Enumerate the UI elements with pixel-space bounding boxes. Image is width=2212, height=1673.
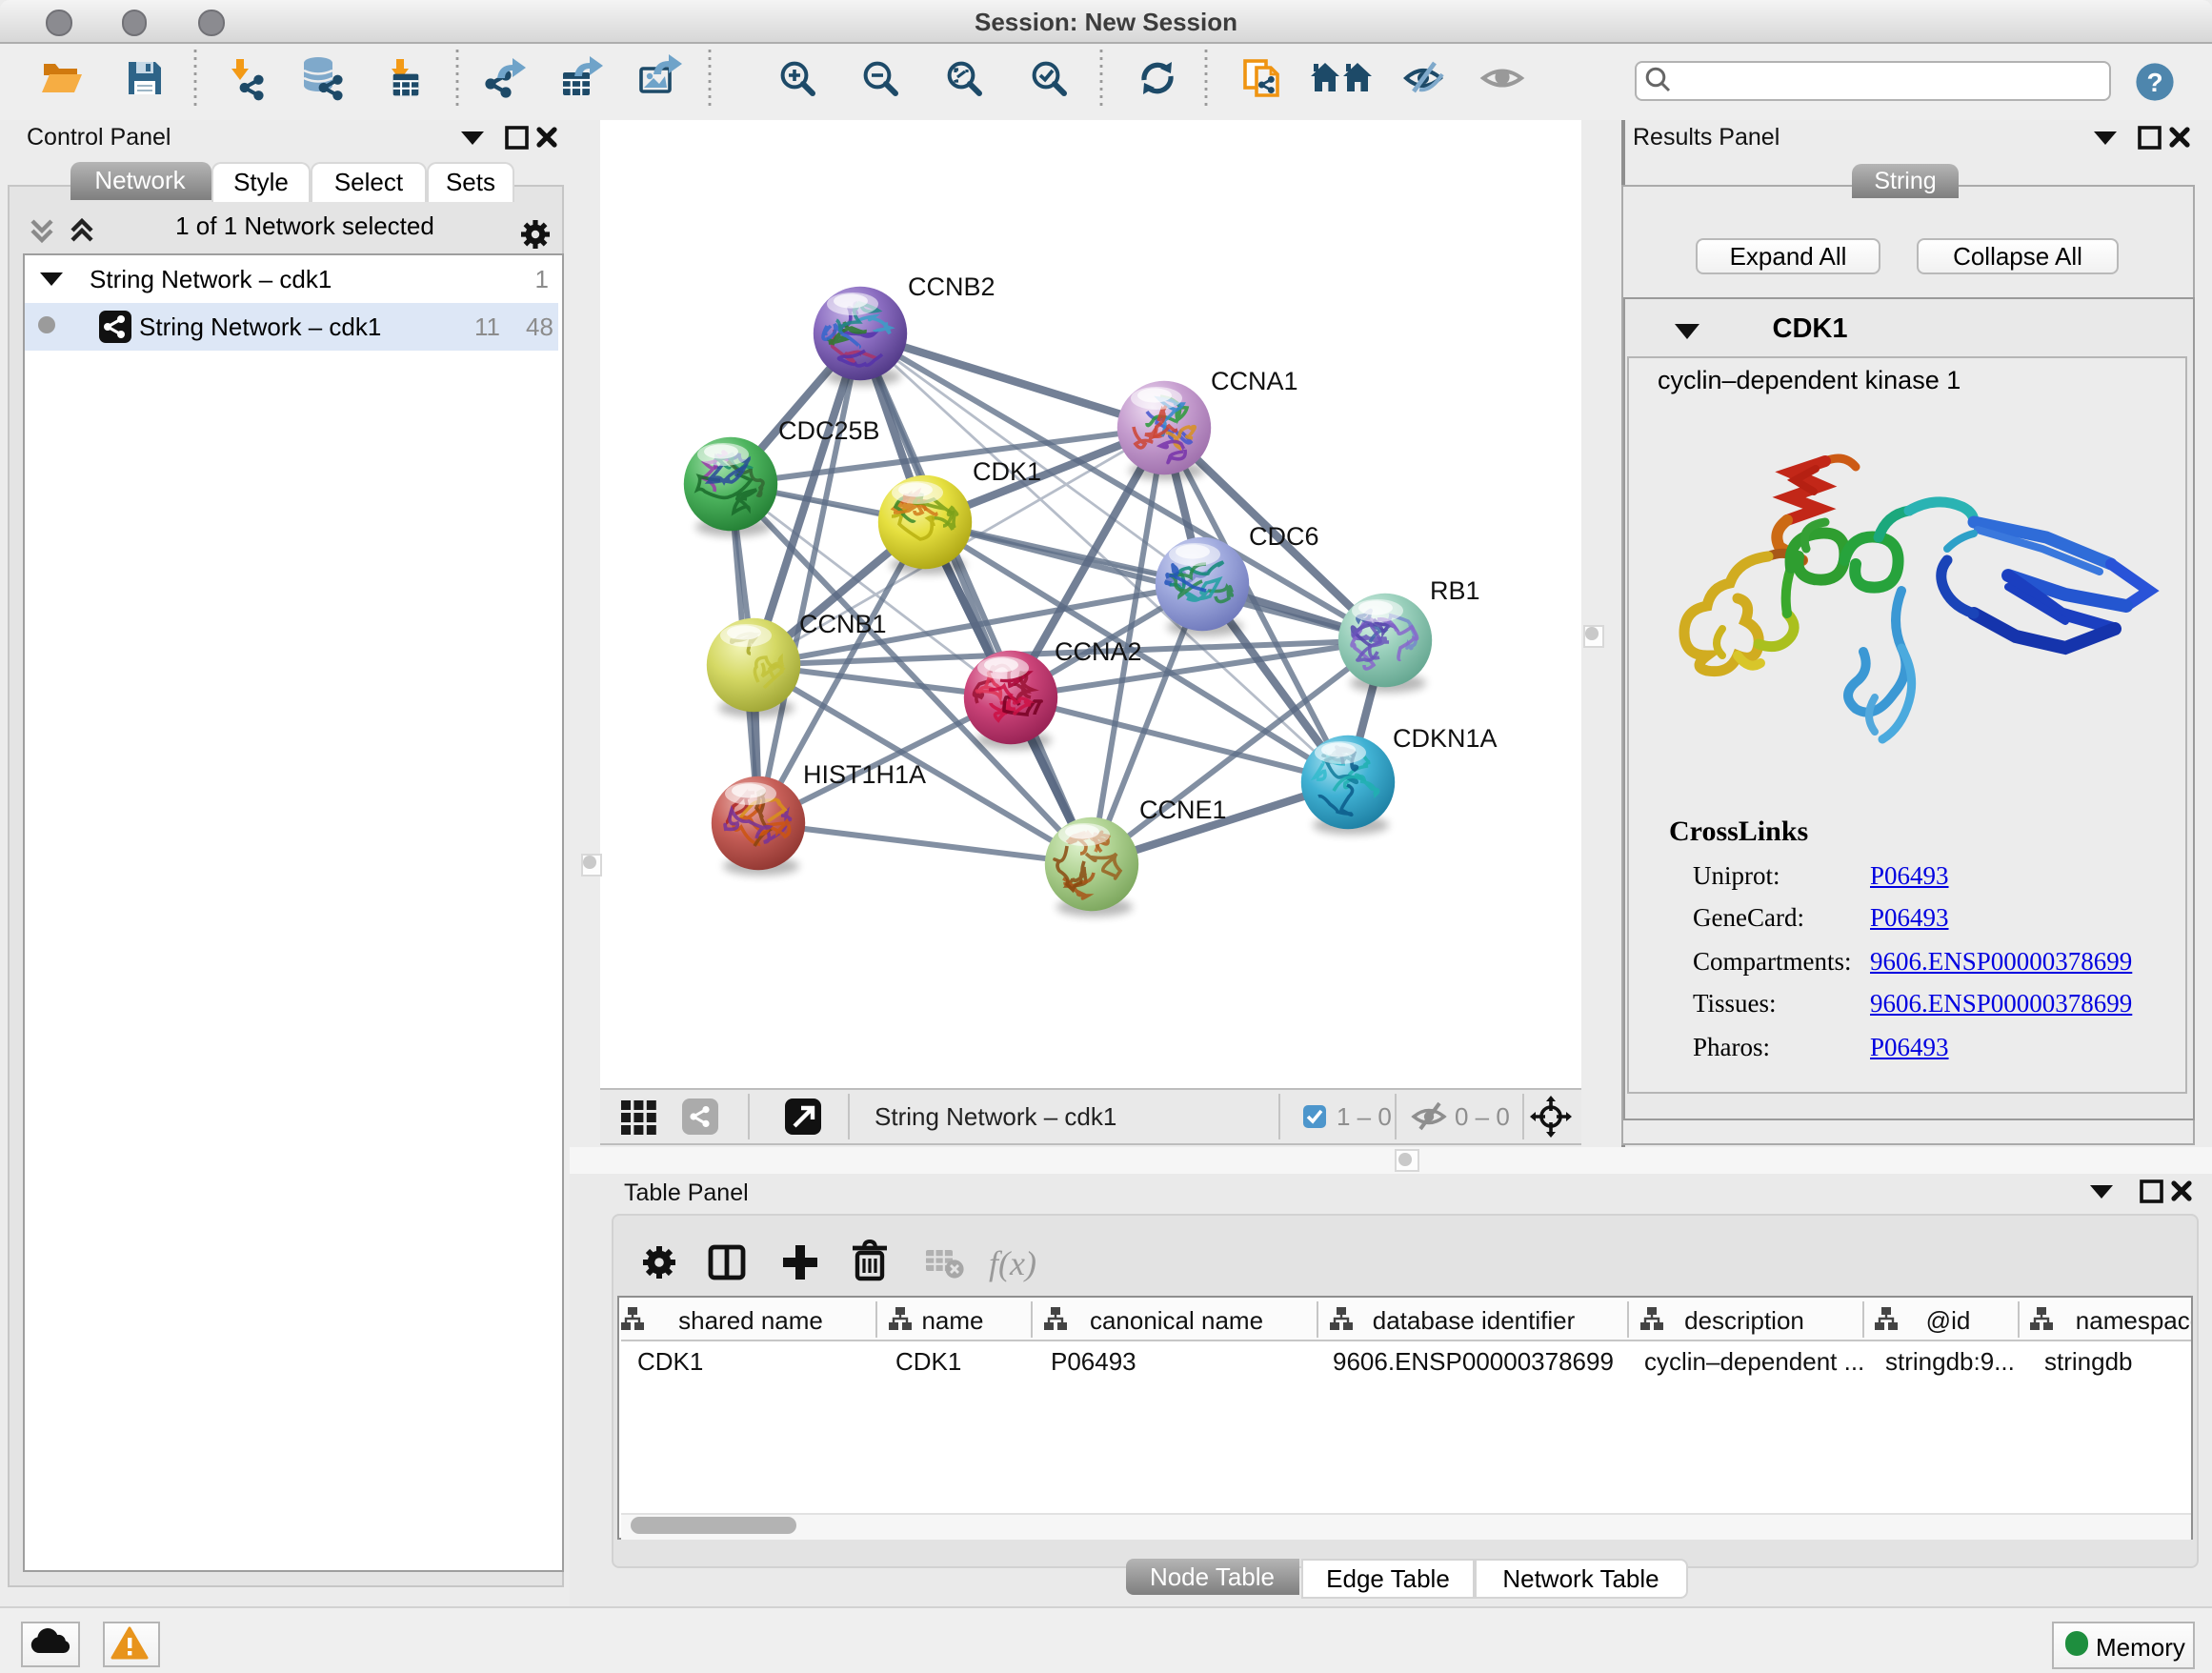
svg-text:CCNB2: CCNB2 — [908, 272, 995, 301]
svg-text:CDK1: CDK1 — [895, 1346, 960, 1375]
svg-text:1 – 0: 1 – 0 — [1337, 1102, 1392, 1131]
svg-text:CDK1: CDK1 — [636, 1346, 702, 1375]
svg-text:HIST1H1A: HIST1H1A — [803, 760, 926, 789]
svg-text:0 – 0: 0 – 0 — [1455, 1102, 1510, 1131]
svg-text:@id: @id — [1925, 1305, 1970, 1334]
svg-text:stringdb: stringdb — [2043, 1346, 2132, 1375]
svg-text:canonical name: canonical name — [1089, 1305, 1262, 1334]
svg-text:CCNA1: CCNA1 — [1211, 367, 1298, 395]
svg-text:stringdb:9...: stringdb:9... — [1884, 1346, 2014, 1375]
svg-text:CDK1: CDK1 — [973, 457, 1041, 486]
svg-text:cyclin–dependent ...: cyclin–dependent ... — [1643, 1346, 1863, 1375]
svg-text:CCNE1: CCNE1 — [1139, 796, 1227, 824]
svg-text:CCNA2: CCNA2 — [1055, 637, 1142, 666]
svg-text:CCNB1: CCNB1 — [799, 610, 887, 638]
svg-text:String Network – cdk1: String Network – cdk1 — [875, 1102, 1116, 1131]
svg-text:P06493: P06493 — [1050, 1346, 1136, 1375]
svg-text:database identifier: database identifier — [1372, 1305, 1575, 1334]
svg-text:RB1: RB1 — [1430, 576, 1480, 605]
svg-text:f(x): f(x) — [989, 1244, 1036, 1282]
svg-text:CDC6: CDC6 — [1249, 522, 1319, 551]
svg-text:CDKN1A: CDKN1A — [1393, 724, 1498, 753]
svg-text:shared name: shared name — [677, 1305, 822, 1334]
svg-text:description: description — [1683, 1305, 1803, 1334]
svg-text:?: ? — [2146, 68, 2162, 97]
svg-text:namespace: namespace — [2075, 1305, 2190, 1334]
svg-text:CDC25B: CDC25B — [778, 416, 880, 445]
svg-text:9606.ENSP00000378699: 9606.ENSP00000378699 — [1332, 1346, 1613, 1375]
svg-text:name: name — [920, 1305, 982, 1334]
